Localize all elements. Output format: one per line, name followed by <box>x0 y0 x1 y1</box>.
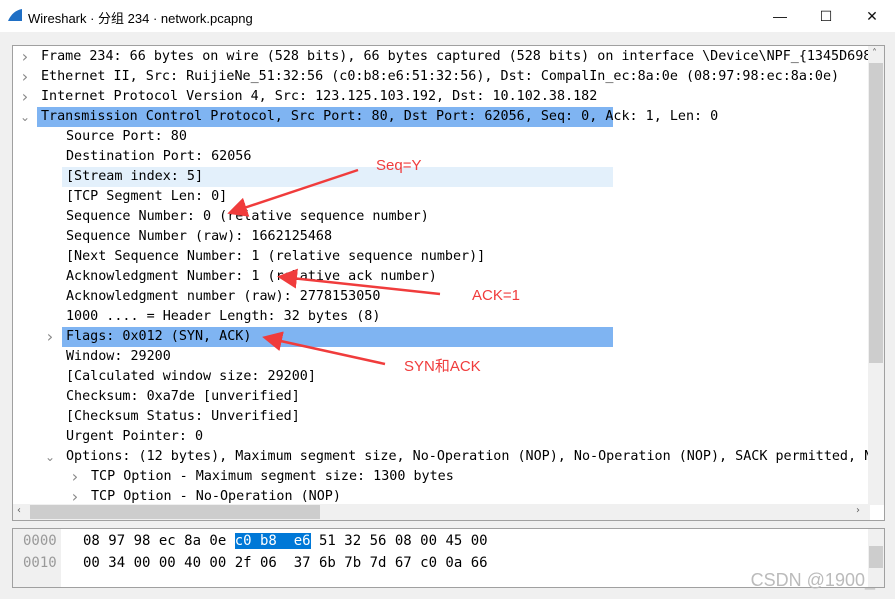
watermark: CSDN @1900_ <box>750 570 875 590</box>
seq-annotation: Seq=Y <box>376 157 422 174</box>
annotation-arrows <box>227 168 441 366</box>
seq-arrow <box>227 168 359 217</box>
flags-arrow <box>262 331 386 366</box>
ack-annotation: ACK=1 <box>472 287 520 304</box>
ack-arrow <box>277 268 441 296</box>
syn-ack-annotation: SYN和ACK <box>404 358 481 375</box>
